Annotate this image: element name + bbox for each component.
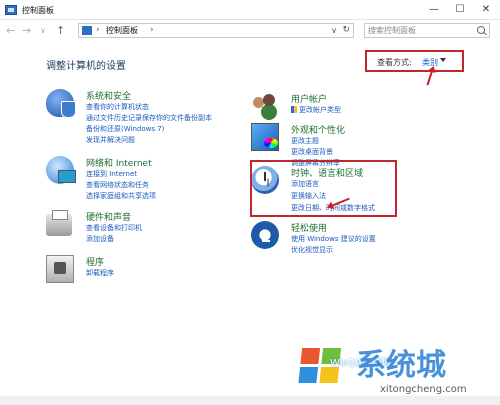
category-system-security: 系统和安全 查看你的计算机状态 通过文件历史记录保存你的文件备份副本 备份和还原… bbox=[46, 89, 246, 149]
category-title[interactable]: 网络和 Internet bbox=[86, 156, 152, 169]
category-user-accounts: 用户帐户 更改帐户类型 bbox=[251, 92, 451, 122]
category-link[interactable]: 查看网络状态和任务 bbox=[86, 180, 149, 190]
recent-locations-icon[interactable]: ∨ bbox=[40, 25, 46, 37]
category-ease-of-access: 轻松使用 使用 Windows 建议的设置 优化视觉显示 bbox=[251, 221, 451, 256]
refresh-icon[interactable]: ↻ bbox=[342, 24, 350, 37]
chevron-right-icon[interactable]: › bbox=[96, 24, 100, 37]
watermark-brand: 系统城 bbox=[356, 348, 446, 383]
control-panel-icon bbox=[82, 26, 92, 35]
category-link[interactable]: 连接到 Internet bbox=[86, 169, 137, 179]
printer-icon bbox=[46, 210, 72, 236]
caret-down-icon[interactable] bbox=[440, 58, 446, 62]
up-arrow-icon[interactable]: ↑ bbox=[56, 25, 65, 37]
category-link[interactable]: 查看你的计算机状态 bbox=[86, 102, 149, 112]
search-box[interactable] bbox=[364, 23, 490, 38]
close-button[interactable]: ✕ bbox=[475, 2, 497, 17]
category-hardware-sound: 硬件和声音 查看设备和打印机 添加设备 bbox=[46, 210, 246, 245]
window-bottom-edge bbox=[0, 396, 500, 405]
maximize-button[interactable]: ☐ bbox=[449, 2, 471, 17]
category-link[interactable]: 更改主题 bbox=[291, 136, 319, 146]
category-link[interactable]: 优化视觉显示 bbox=[291, 245, 333, 255]
uac-shield-icon bbox=[291, 106, 297, 113]
category-link[interactable]: 发现并解决问题 bbox=[86, 135, 135, 145]
category-link[interactable]: 更改帐户类型 bbox=[291, 105, 341, 115]
view-by-box: 查看方式: 类别 bbox=[365, 50, 464, 72]
forward-arrow-icon[interactable]: → bbox=[22, 25, 31, 37]
search-input[interactable] bbox=[368, 24, 468, 37]
minimize-button[interactable]: — bbox=[423, 2, 445, 17]
programs-icon bbox=[46, 255, 74, 283]
category-link[interactable]: 使用 Windows 建议的设置 bbox=[291, 234, 376, 244]
category-link[interactable]: 选择家庭组和共享选项 bbox=[86, 191, 156, 201]
category-title[interactable]: 用户帐户 bbox=[291, 92, 327, 105]
category-link[interactable]: 备份和还原(Windows 7) bbox=[86, 124, 164, 134]
network-globe-icon bbox=[46, 156, 76, 184]
ease-of-access-icon bbox=[251, 221, 279, 249]
appearance-icon bbox=[251, 123, 279, 151]
category-programs: 程序 卸载程序 bbox=[46, 255, 246, 285]
breadcrumb-control-panel[interactable]: 控制面板 bbox=[106, 24, 138, 37]
annotation-highlight-box bbox=[250, 160, 397, 217]
chevron-down-icon[interactable]: ∨ bbox=[331, 24, 337, 37]
search-icon[interactable] bbox=[477, 26, 485, 34]
annotation-arrow-icon bbox=[426, 67, 434, 86]
category-title[interactable]: 系统和安全 bbox=[86, 89, 131, 102]
shield-icon bbox=[46, 89, 76, 118]
category-link[interactable]: 通过文件历史记录保存你的文件备份副本 bbox=[86, 113, 212, 123]
category-link[interactable]: 更改桌面背景 bbox=[291, 147, 333, 157]
address-bar[interactable]: › 控制面板 › ∨ ↻ bbox=[78, 23, 354, 38]
category-title[interactable]: 外观和个性化 bbox=[291, 123, 345, 136]
page-title: 调整计算机的设置 bbox=[46, 61, 126, 72]
category-link[interactable]: 卸载程序 bbox=[86, 268, 114, 278]
category-title[interactable]: 程序 bbox=[86, 255, 104, 268]
title-bar: 控制面板 — ☐ ✕ bbox=[0, 0, 500, 20]
users-icon bbox=[251, 92, 279, 120]
category-title[interactable]: 硬件和声音 bbox=[86, 210, 131, 223]
category-link-label: 更改帐户类型 bbox=[299, 106, 341, 114]
window-title: 控制面板 bbox=[22, 6, 54, 15]
category-title[interactable]: 轻松使用 bbox=[291, 221, 327, 234]
back-arrow-icon[interactable]: ← bbox=[6, 25, 15, 37]
category-link[interactable]: 添加设备 bbox=[86, 234, 114, 244]
category-appearance-personalization: 外观和个性化 更改主题 更改桌面背景 调整屏幕分辨率 bbox=[251, 123, 451, 167]
control-panel-icon bbox=[5, 5, 17, 15]
chevron-right-icon[interactable]: › bbox=[150, 24, 154, 37]
category-link[interactable]: 查看设备和打印机 bbox=[86, 223, 142, 233]
category-network-internet: 网络和 Internet 连接到 Internet 查看网络状态和任务 选择家庭… bbox=[46, 156, 246, 200]
watermark-url: xitongcheng.com bbox=[380, 384, 467, 395]
view-by-label: 查看方式: bbox=[377, 58, 412, 67]
